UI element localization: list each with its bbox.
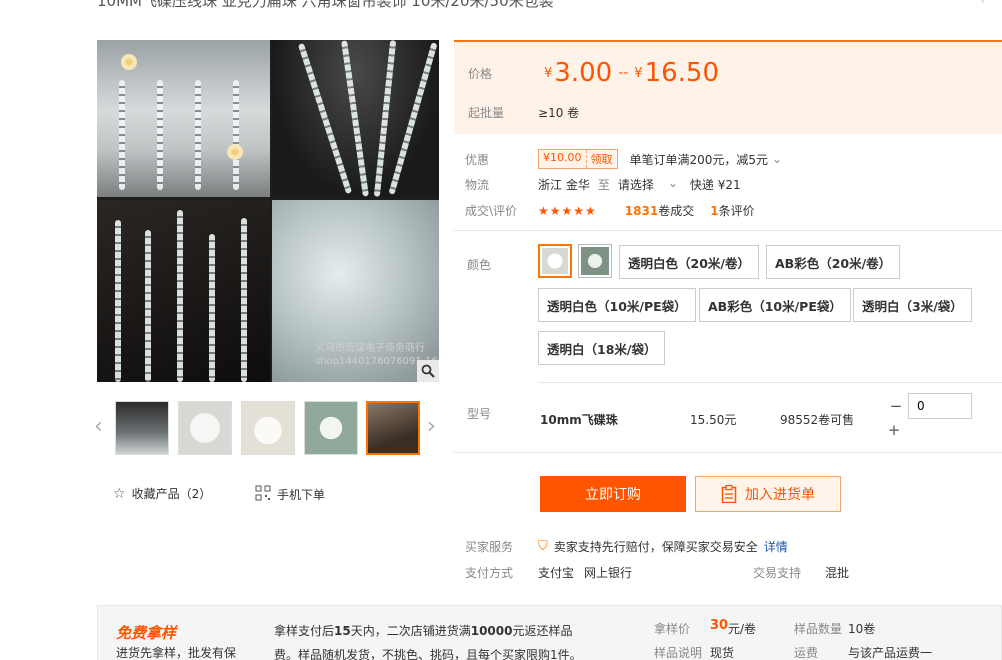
thumbnail-5[interactable] bbox=[366, 401, 420, 455]
product-title: 10MM飞碟压线珠 亚克力扁珠 六角珠窗帘装饰 10米/20米/50米包装 bbox=[97, 0, 554, 10]
qrcode-icon bbox=[255, 485, 271, 504]
divider bbox=[454, 230, 1002, 231]
color-label: 颜色 bbox=[467, 258, 492, 272]
color-option-1[interactable]: 透明白色（20米/卷） bbox=[619, 245, 759, 279]
logistics-label: 物流 bbox=[465, 178, 490, 192]
color-swatch-image-2[interactable] bbox=[578, 244, 612, 278]
chevron-right-icon[interactable]: › bbox=[427, 414, 436, 439]
moq-label: 起批量 bbox=[468, 106, 505, 120]
free-sample-subtitle: 进货先拿样，批发有保 bbox=[116, 646, 237, 660]
image-quadrant-bead-curtain bbox=[97, 200, 270, 382]
promo-label: 优惠 bbox=[465, 152, 490, 167]
main-product-image[interactable]: 义乌市宏谋电子商务商行 shop1440176076091.1688.com bbox=[97, 40, 439, 382]
express-fee: 快递 ¥21 bbox=[689, 178, 741, 192]
thumbnail-2[interactable] bbox=[178, 401, 232, 455]
divider bbox=[454, 452, 1002, 453]
favorite-link[interactable]: ☆ 收藏产品（2） bbox=[113, 485, 211, 502]
model-stock: 98552卷可售 bbox=[780, 413, 855, 427]
price-panel: 价格 ¥ 3.00 -- ¥ 16.50 起批量 ≥10 卷 bbox=[454, 40, 1002, 134]
coupon[interactable]: ¥10.00 领取 bbox=[538, 149, 618, 169]
buyer-service-text: 卖家支持先行赔付，保障买家交易安全 bbox=[553, 540, 758, 554]
color-option-3[interactable]: 透明白色（10米/PE袋） bbox=[538, 288, 696, 322]
chevron-down-icon[interactable]: ⌄ bbox=[772, 152, 782, 166]
model-price: 15.50元 bbox=[690, 413, 737, 427]
thumbnail-1[interactable] bbox=[115, 401, 169, 455]
sample-ship-value: 与该产品运费一 bbox=[848, 646, 933, 660]
model-name: 10mm飞碟珠 bbox=[540, 413, 618, 427]
free-sample-banner: 免费拿样 进货先拿样，批发有保 拿样支付后15天内，二次店铺进货满10000元返… bbox=[97, 605, 1002, 660]
price-high: 16.50 bbox=[644, 58, 720, 88]
order-now-button[interactable]: 立即订购 bbox=[540, 476, 686, 512]
destination-select[interactable]: 请选择 ⌄ bbox=[618, 176, 678, 193]
image-quadrant-display-stand bbox=[97, 40, 270, 197]
shield-icon: ⛉ bbox=[538, 539, 548, 554]
add-to-cart-button[interactable]: 加入进货单 bbox=[695, 476, 841, 512]
magnifier-icon[interactable] bbox=[417, 360, 439, 382]
promo-desc: 单笔订单满200元，减5元 bbox=[629, 152, 769, 167]
pay-alipay: 支付宝 bbox=[538, 566, 575, 580]
thumbnail-4[interactable] bbox=[304, 401, 358, 455]
sample-price-label: 拿样价 bbox=[654, 622, 691, 636]
star-outline-icon: ☆ bbox=[113, 485, 126, 502]
free-sample-logo: 免费拿样 bbox=[116, 624, 177, 642]
thumbnail-3[interactable] bbox=[241, 401, 295, 455]
color-option-4[interactable]: AB彩色（10米/PE袋） bbox=[699, 288, 851, 322]
sample-ship-label: 运费 bbox=[794, 646, 819, 660]
color-option-6[interactable]: 透明白（18米/袋） bbox=[538, 331, 666, 365]
sample-price-value: 30 bbox=[710, 618, 729, 633]
chevron-left-icon[interactable]: ‹ bbox=[94, 414, 103, 439]
review-count[interactable]: 1 bbox=[710, 204, 718, 218]
trade-support-label: 交易支持 bbox=[753, 566, 802, 580]
price-label: 价格 bbox=[468, 66, 493, 81]
sample-desc-line1: 拿样支付后15天内，二次店铺进货满10000元返还样品 bbox=[274, 624, 573, 638]
review-suffix: 条评价 bbox=[718, 204, 755, 218]
price-separator: -- bbox=[618, 65, 629, 81]
image-quadrant-bead-garland bbox=[272, 40, 439, 197]
sample-note-label: 样品说明 bbox=[654, 646, 703, 660]
service-details-link[interactable]: 详情 bbox=[764, 538, 788, 555]
coupon-amount: ¥10.00 bbox=[543, 151, 582, 164]
quantity-plus-button[interactable]: + bbox=[883, 418, 905, 442]
sample-price-unit: 元/卷 bbox=[728, 622, 757, 636]
sample-qty-label: 样品数量 bbox=[794, 622, 843, 636]
quantity-input[interactable] bbox=[908, 393, 972, 419]
rating-stars: ★★★★★ bbox=[538, 203, 597, 218]
color-swatch-image-1[interactable] bbox=[538, 244, 572, 278]
currency-symbol: ¥ bbox=[544, 65, 553, 81]
quantity-minus-button[interactable]: − bbox=[885, 394, 907, 418]
sample-desc-line2: 费。样品随机发货，不挑色、挑码，且每个买家限购1件。 bbox=[274, 648, 582, 660]
sample-qty-value: 10卷 bbox=[848, 622, 876, 636]
divider bbox=[538, 382, 1002, 383]
to-label: 至 bbox=[597, 178, 610, 192]
reviews-label: 成交\评价 bbox=[465, 204, 518, 218]
mobile-order-link[interactable]: 手机下单 bbox=[255, 485, 325, 504]
price-low: 3.00 bbox=[554, 58, 613, 88]
sample-note-value: 现货 bbox=[710, 646, 735, 660]
pay-bank: 网上银行 bbox=[584, 566, 633, 580]
deal-suffix: 卷成交 bbox=[658, 204, 695, 218]
moq-value: ≥10 卷 bbox=[538, 106, 580, 120]
model-label: 型号 bbox=[467, 407, 492, 421]
trade-support-value: 混批 bbox=[825, 566, 850, 580]
origin: 浙江 金华 bbox=[538, 178, 590, 192]
payment-label: 支付方式 bbox=[465, 566, 514, 580]
deal-count[interactable]: 1831 bbox=[625, 204, 658, 218]
currency-symbol: ¥ bbox=[634, 65, 643, 81]
chevron-down-icon: ⌄ bbox=[667, 176, 678, 190]
color-option-2[interactable]: AB彩色（20米/卷） bbox=[766, 245, 901, 279]
coupon-claim: 领取 bbox=[585, 150, 617, 168]
report-icon[interactable]: ⚑ bbox=[980, 0, 992, 7]
clipboard-icon bbox=[721, 485, 737, 503]
color-option-5[interactable]: 透明白（3米/袋） bbox=[853, 288, 972, 322]
buyer-service-label: 买家服务 bbox=[465, 540, 514, 554]
